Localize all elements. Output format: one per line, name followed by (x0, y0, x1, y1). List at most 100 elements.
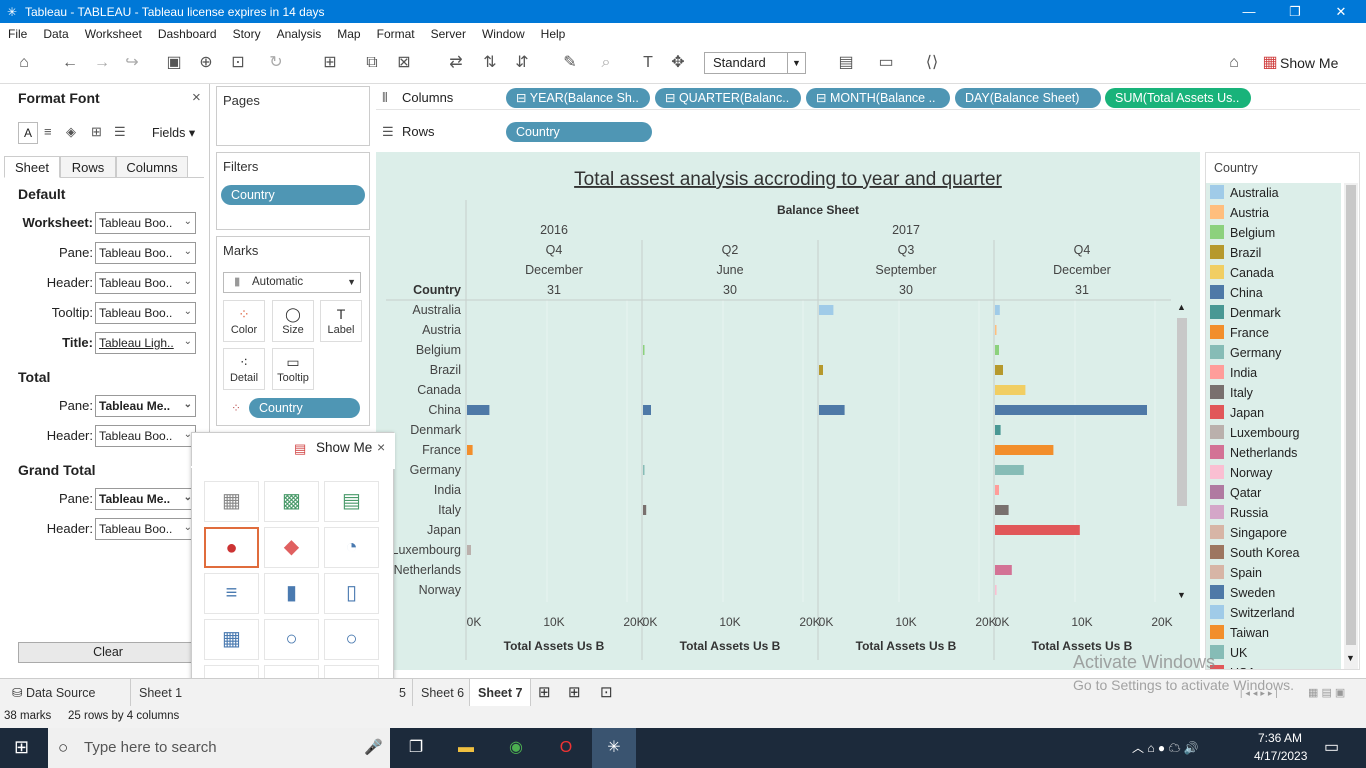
filled-map-chart-icon[interactable]: ◆ (264, 527, 319, 568)
refresh-icon[interactable]: ↻ (264, 52, 288, 74)
grand-header-font-select[interactable]: Tableau Boo.. ⌄ (95, 518, 196, 540)
menu-story[interactable]: Story (225, 27, 269, 41)
taskbar-search[interactable]: ○ Type here to search 🎤 (48, 728, 390, 768)
presentation-mode-icon[interactable]: ▭ (874, 52, 898, 74)
pie-chart-icon[interactable]: ◔ (324, 527, 379, 568)
legend-item[interactable]: Australia (1210, 183, 1340, 203)
menu-worksheet[interactable]: Worksheet (77, 27, 150, 41)
legend-item[interactable]: USA (1210, 663, 1340, 669)
share-icon[interactable]: ⟨⟩ (920, 52, 944, 74)
row-pill-country[interactable]: Country (506, 122, 652, 142)
pages-card[interactable]: Pages (216, 86, 370, 146)
legend-item[interactable]: Taiwan (1210, 623, 1340, 643)
new-dashboard-icon[interactable]: ⊞ (560, 679, 589, 707)
legend-item[interactable]: China (1210, 283, 1340, 303)
size-button[interactable]: ◯ Size (272, 300, 314, 342)
worksheet-font-select[interactable]: Tableau Boo.. ⌄ (95, 212, 196, 234)
mark-type-select[interactable]: ▮ Automatic ▼ (223, 272, 361, 293)
legend-item[interactable]: Luxembourg (1210, 423, 1340, 443)
column-pill-quarter[interactable]: ⊟ QUARTER(Balanc.. (655, 88, 801, 108)
legend-item[interactable]: Qatar (1210, 483, 1340, 503)
total-header-font-select[interactable]: Tableau Boo.. ⌄ (95, 425, 196, 447)
legend-scrollbar[interactable]: ▼ (1344, 183, 1358, 669)
show-mark-labels-icon[interactable]: T (636, 52, 660, 74)
show-me-button[interactable]: Show Me (1280, 52, 1340, 74)
menu-server[interactable]: Server (423, 27, 474, 41)
maximize-button[interactable]: ❐ (1272, 0, 1318, 23)
heat-map-chart-icon[interactable]: ▩ (264, 481, 319, 522)
text-table-chart-icon[interactable]: ▦ (204, 481, 259, 522)
sort-descending-icon[interactable]: ⇵ (510, 52, 534, 74)
horizontal-bars-chart-icon[interactable]: ≡ (204, 573, 259, 614)
side-by-side-circles-chart-icon[interactable]: ○ (324, 619, 379, 660)
clock-time[interactable]: 7:36 AM (1258, 731, 1302, 745)
highlight-table-chart-icon[interactable]: ▤ (324, 481, 379, 522)
save-icon[interactable]: ▣ (162, 52, 186, 74)
legend-item[interactable]: Austria (1210, 203, 1340, 223)
tab-rows[interactable]: Rows (60, 156, 116, 178)
borders-icon[interactable]: ⊞ (91, 124, 102, 140)
sheet-tab-5[interactable]: 5 (391, 679, 414, 707)
worksheet-view[interactable]: Total assest analysis accroding to year … (376, 152, 1200, 670)
duplicate-sheet-icon[interactable]: ⧉ (360, 52, 384, 74)
chevron-up-icon[interactable]: ▲ (1177, 302, 1186, 312)
tab-sheet[interactable]: Sheet (4, 156, 60, 178)
menu-window[interactable]: Window (474, 27, 533, 41)
menu-analysis[interactable]: Analysis (269, 27, 330, 41)
legend-item[interactable]: Denmark (1210, 303, 1340, 323)
data-source-tab[interactable]: ⛁ Data Source (4, 679, 103, 707)
stacked-bars-chart-icon[interactable]: ▮ (264, 573, 319, 614)
chevron-down-icon[interactable]: ▼ (1177, 590, 1186, 600)
legend-item[interactable]: UK (1210, 643, 1340, 663)
group-members-icon[interactable]: ⌕ (594, 52, 618, 74)
legend-item[interactable]: Japan (1210, 403, 1340, 423)
chevron-down-icon[interactable]: ▼ (1346, 653, 1355, 663)
legend-item[interactable]: Singapore (1210, 523, 1340, 543)
tray-icons[interactable]: ︿ ⌂ ● ☁ 🔊 (1132, 739, 1199, 756)
legend-item[interactable]: Netherlands (1210, 443, 1340, 463)
legend-item[interactable]: Germany (1210, 343, 1340, 363)
column-pill-sum-total-assets[interactable]: SUM(Total Assets Us.. (1105, 88, 1251, 108)
tooltip-font-select[interactable]: Tableau Boo.. ⌄ (95, 302, 196, 324)
microphone-icon[interactable]: 🎤 (364, 728, 383, 768)
menu-map[interactable]: Map (329, 27, 368, 41)
label-button[interactable]: T Label (320, 300, 362, 342)
new-worksheet-icon[interactable]: ⊞ (318, 52, 342, 74)
alignment-icon[interactable]: ≡ (44, 124, 52, 139)
menu-file[interactable]: File (0, 27, 35, 41)
legend-item[interactable]: Russia (1210, 503, 1340, 523)
new-datasource-icon[interactable]: ⊕ (194, 52, 218, 74)
lines-icon[interactable]: ☰ (114, 124, 126, 140)
menu-dashboard[interactable]: Dashboard (150, 27, 225, 41)
clear-button[interactable]: Clear (18, 642, 198, 663)
opera-icon[interactable]: O (552, 734, 580, 762)
view-scrollbar[interactable]: ▲ ▼ (1175, 302, 1189, 604)
grand-pane-font-select[interactable]: Tableau Me.. ⌄ (95, 488, 196, 510)
new-worksheet-icon[interactable]: ⊞ (530, 679, 559, 707)
column-pill-year[interactable]: ⊟ YEAR(Balance Sh.. (506, 88, 650, 108)
close-icon[interactable]: × (377, 439, 385, 455)
view-scroll-thumb[interactable] (1177, 318, 1187, 506)
show-cards-icon[interactable]: ▤ (834, 52, 858, 74)
title-font-select[interactable]: Tableau Ligh.. ⌄ (95, 332, 196, 354)
close-icon[interactable]: × (192, 89, 201, 106)
column-pill-month[interactable]: ⊟ MONTH(Balance .. (806, 88, 950, 108)
replay-icon[interactable]: ↪ (120, 52, 144, 74)
legend-item[interactable]: Sweden (1210, 583, 1340, 603)
legend-item[interactable]: India (1210, 363, 1340, 383)
legend-item[interactable]: Brazil (1210, 243, 1340, 263)
font-icon[interactable]: A (18, 122, 38, 144)
notifications-icon[interactable]: ▭ (1324, 737, 1339, 757)
column-pill-day[interactable]: DAY(Balance Sheet) (955, 88, 1101, 108)
legend-item[interactable]: Switzerland (1210, 603, 1340, 623)
swap-rows-columns-icon[interactable]: ⇄ (444, 52, 468, 74)
windows-start-icon[interactable]: ⊞ (14, 737, 29, 758)
sheet-tab-7[interactable]: Sheet 7 (469, 679, 532, 707)
fit-select[interactable]: Standard ▼ (704, 52, 806, 74)
legend-item[interactable]: Canada (1210, 263, 1340, 283)
sheet-tab-6[interactable]: Sheet 6 (412, 679, 472, 707)
chrome-icon[interactable]: ◉ (502, 734, 530, 762)
new-story-icon[interactable]: ⊡ (592, 679, 621, 707)
pane-font-select[interactable]: Tableau Boo.. ⌄ (95, 242, 196, 264)
legend-item[interactable]: Spain (1210, 563, 1340, 583)
